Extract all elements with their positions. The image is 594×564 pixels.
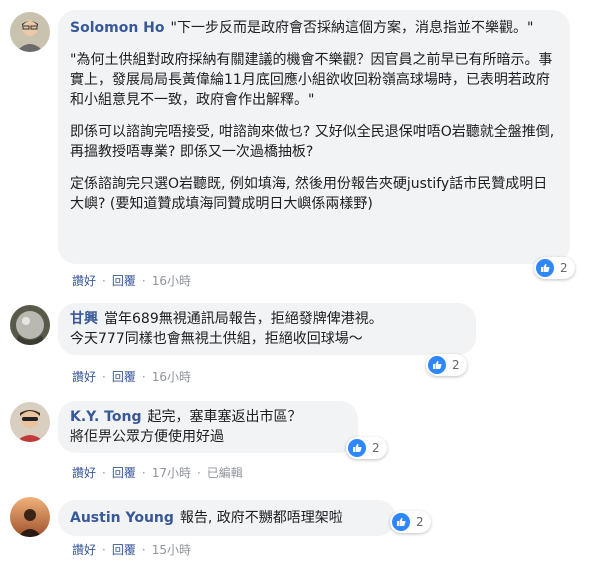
thumbs-up-icon [536,259,554,277]
comment-author[interactable]: 甘興 [70,311,98,327]
separator: · [102,543,106,557]
separator: · [141,370,146,384]
reply-link[interactable]: 回覆 [112,274,136,288]
reaction-count[interactable]: 2 [426,354,467,376]
timestamp[interactable]: 15小時 [152,543,191,557]
reply-link[interactable]: 回覆 [112,370,136,384]
avatar[interactable] [10,497,50,537]
thumbs-up-icon [348,439,366,457]
avatar[interactable] [10,305,50,345]
reply-link[interactable]: 回覆 [112,543,136,557]
separator: · [141,274,146,288]
timestamp[interactable]: 16小時 [152,274,191,288]
reaction-number: 2 [416,515,424,529]
comment-actions: 讚好 · 回覆 · 15小時 [72,541,191,558]
comment-bubble: 甘興 當年689無視通訊局報告，拒絕發牌俾港視。 今天777同樣也會無視土供組，拒… [58,303,476,355]
comment-text: 當年689無視通訊局報告，拒絕發牌俾港視。 今天777同樣也會無視土供組，拒絕收… [70,311,383,347]
comment-paragraph: 定係諮詢完只選O岩聽既, 例如填海, 然後用份報告夾硬justify話市民贊成明… [70,176,548,212]
comment-paragraph: Solomon Ho "下一步反而是政府會否採納這個方案，消息指並不樂觀。" [70,18,558,38]
thumbs-up-icon [428,356,446,374]
comment-author[interactable]: Austin Young [70,510,174,526]
comment-actions: 讚好 · 回覆 · 16小時 [72,368,191,385]
separator: · [196,466,201,480]
like-link[interactable]: 讚好 [72,543,96,557]
comment-actions: 讚好 · 回覆 · 17小時 · 已編輯 [72,464,243,481]
thumbs-up-icon [392,513,410,531]
reaction-number: 2 [372,441,380,455]
separator: · [141,543,146,557]
like-link[interactable]: 讚好 [72,466,96,480]
reaction-count[interactable]: 2 [346,437,387,459]
reaction-count[interactable]: 2 [534,257,575,279]
separator: · [141,466,146,480]
comment-author[interactable]: K.Y. Tong [70,409,141,425]
comment-bubble: Solomon Ho "下一步反而是政府會否採納這個方案，消息指並不樂觀。" "為… [58,10,570,264]
separator: · [102,370,106,384]
reaction-number: 2 [560,261,568,275]
comment-author[interactable]: Solomon Ho [70,20,165,36]
comment-paragraph: "為何土供組對政府採納有關建議的機會不樂觀？因官員之前早已有所暗示。事實上，發展… [70,52,553,108]
comment-bubble: Austin Young 報告, 政府不嬲都唔理架啦 [58,500,396,536]
like-link[interactable]: 讚好 [72,370,96,384]
reaction-count[interactable]: 2 [390,511,431,533]
separator: · [102,466,106,480]
comment-actions: 讚好 · 回覆 · 16小時 [72,272,191,289]
separator: · [102,274,106,288]
comment-text: 報告, 政府不嬲都唔理架啦 [179,510,343,526]
timestamp[interactable]: 17小時 [152,466,191,480]
timestamp[interactable]: 16小時 [152,370,191,384]
avatar[interactable] [10,402,50,442]
comment-bubble: K.Y. Tong 起完，塞車塞返出市區？ 將佢畀公眾方便使用好過 [58,401,358,453]
comment-paragraph: 即係可以諮詢完唔接受, 咁諮詢來做乜? 又好似全民退保咁唔O岩聽就全盤推倒, 再… [70,124,555,160]
comment-text: "下一步反而是政府會否採納這個方案，消息指並不樂觀。" [170,20,534,36]
like-link[interactable]: 讚好 [72,274,96,288]
edited-label[interactable]: 已編輯 [207,466,243,480]
reply-link[interactable]: 回覆 [112,466,136,480]
reaction-number: 2 [452,358,460,372]
avatar[interactable] [10,12,50,52]
